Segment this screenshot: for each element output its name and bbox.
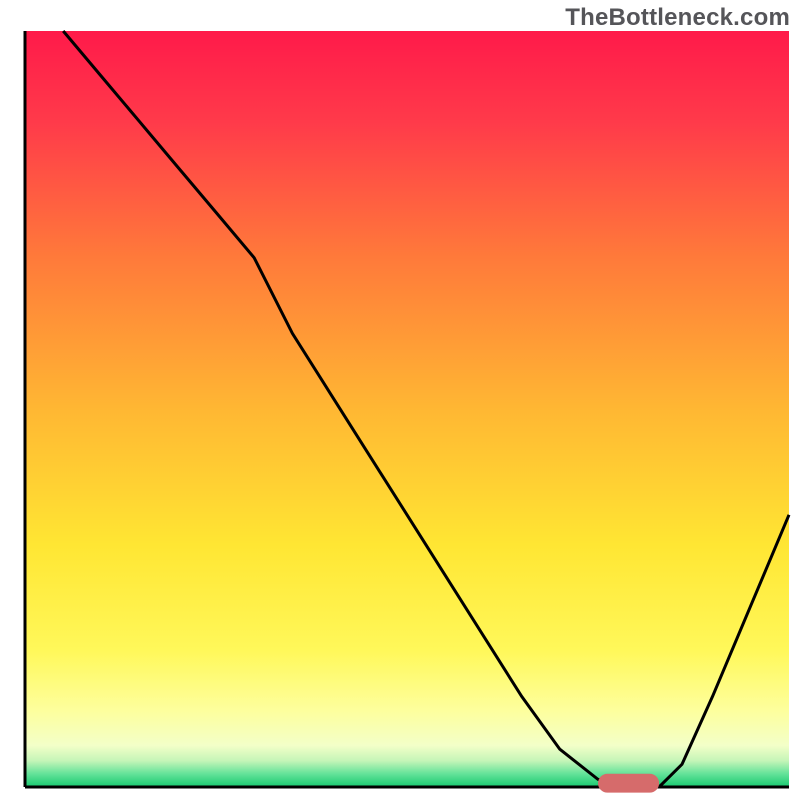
bottleneck-chart: TheBottleneck.com: [0, 0, 800, 800]
chart-svg: [0, 0, 800, 800]
optimal-marker: [598, 774, 659, 793]
plot-background: [25, 31, 789, 787]
